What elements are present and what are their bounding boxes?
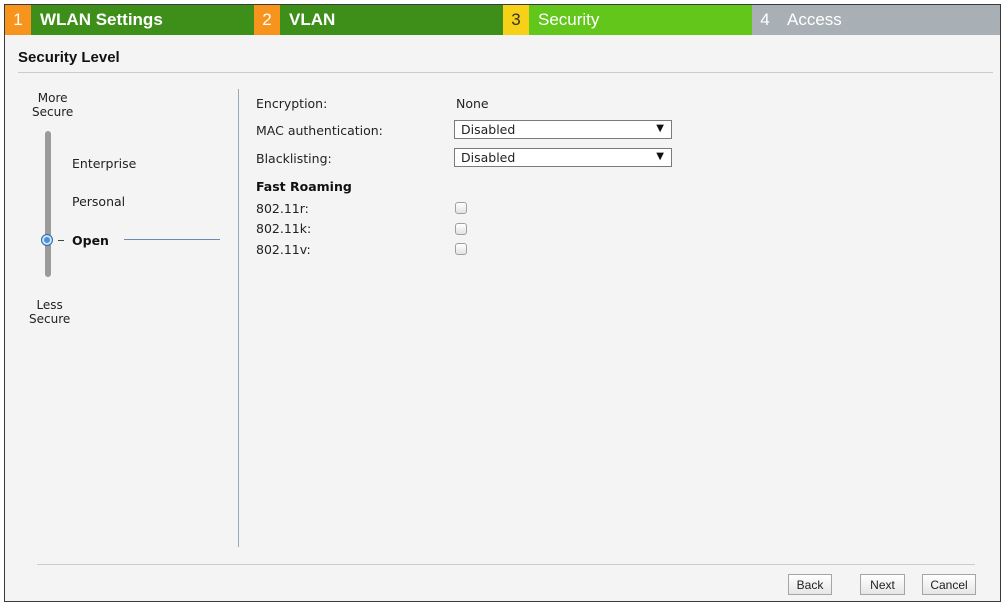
step-label: VLAN [280, 5, 503, 35]
more-secure-label: More Secure [32, 91, 73, 119]
step-vlan[interactable]: 2 VLAN [254, 5, 503, 35]
step-number: 1 [5, 5, 31, 35]
802-11k-label: 802.11k: [256, 221, 312, 236]
less-secure-label: Less Secure [29, 298, 70, 326]
back-button[interactable]: Back [788, 574, 832, 595]
802-11v-checkbox[interactable] [455, 243, 467, 255]
less-secure-line2: Secure [29, 312, 71, 326]
step-label: Access [778, 5, 1000, 35]
step-number: 3 [503, 5, 529, 35]
blacklisting-select[interactable]: Disabled ▼ [454, 148, 672, 167]
security-option-enterprise[interactable]: Enterprise [72, 156, 136, 171]
802-11k-checkbox[interactable] [455, 223, 467, 235]
mac-authentication-select[interactable]: Disabled ▼ [454, 120, 672, 139]
security-option-personal[interactable]: Personal [72, 194, 125, 209]
open-indicator-dash [58, 240, 64, 241]
step-label: Security [529, 5, 752, 35]
step-security[interactable]: 3 Security [503, 5, 752, 35]
encryption-value: None [456, 96, 489, 111]
column-divider [238, 89, 239, 547]
security-option-open[interactable]: Open [72, 233, 109, 248]
encryption-label: Encryption: [256, 96, 328, 111]
step-access[interactable]: 4 Access [752, 5, 1000, 35]
blacklisting-label: Blacklisting: [256, 151, 332, 166]
dropdown-arrow-icon: ▼ [656, 151, 664, 162]
less-secure-line1: Less [36, 298, 63, 312]
802-11v-label: 802.11v: [256, 242, 311, 257]
security-level-slider-track[interactable] [45, 131, 51, 277]
step-number: 4 [752, 5, 778, 35]
step-label: WLAN Settings [31, 5, 254, 35]
more-secure-line1: More [37, 91, 68, 105]
dropdown-arrow-icon: ▼ [656, 123, 664, 134]
mac-authentication-label: MAC authentication: [256, 123, 383, 138]
blacklisting-value: Disabled [461, 150, 516, 165]
wizard-steps: 1 WLAN Settings 2 VLAN 3 Security 4 Acce… [5, 5, 1000, 35]
section-divider [18, 72, 993, 73]
fast-roaming-heading: Fast Roaming [256, 179, 352, 194]
open-indicator-line [124, 239, 220, 240]
802-11r-label: 802.11r: [256, 201, 309, 216]
cancel-button[interactable]: Cancel [922, 574, 976, 595]
step-wlan-settings[interactable]: 1 WLAN Settings [5, 5, 254, 35]
security-level-slider-knob[interactable] [41, 234, 53, 246]
section-title: Security Level [18, 49, 120, 66]
802-11r-checkbox[interactable] [455, 202, 467, 214]
mac-authentication-value: Disabled [461, 122, 516, 137]
footer-divider [37, 564, 975, 565]
wizard-frame: 1 WLAN Settings 2 VLAN 3 Security 4 Acce… [4, 4, 1001, 602]
next-button[interactable]: Next [860, 574, 905, 595]
more-secure-line2: Secure [32, 105, 74, 119]
step-number: 2 [254, 5, 280, 35]
